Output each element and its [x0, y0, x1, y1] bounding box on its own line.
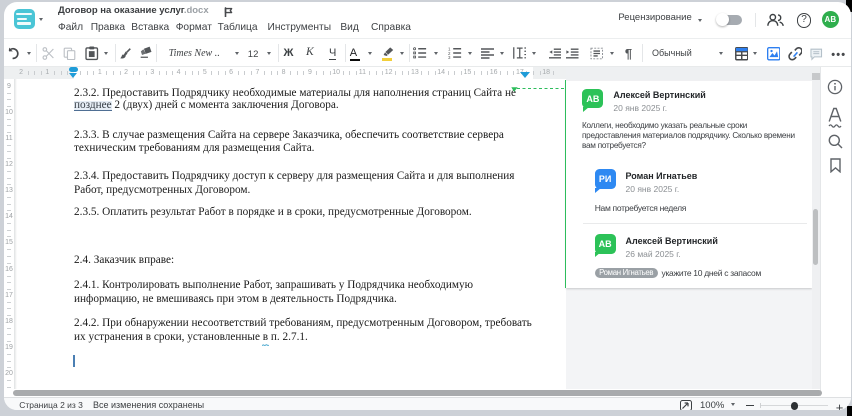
svg-text:3: 3 [448, 55, 451, 59]
